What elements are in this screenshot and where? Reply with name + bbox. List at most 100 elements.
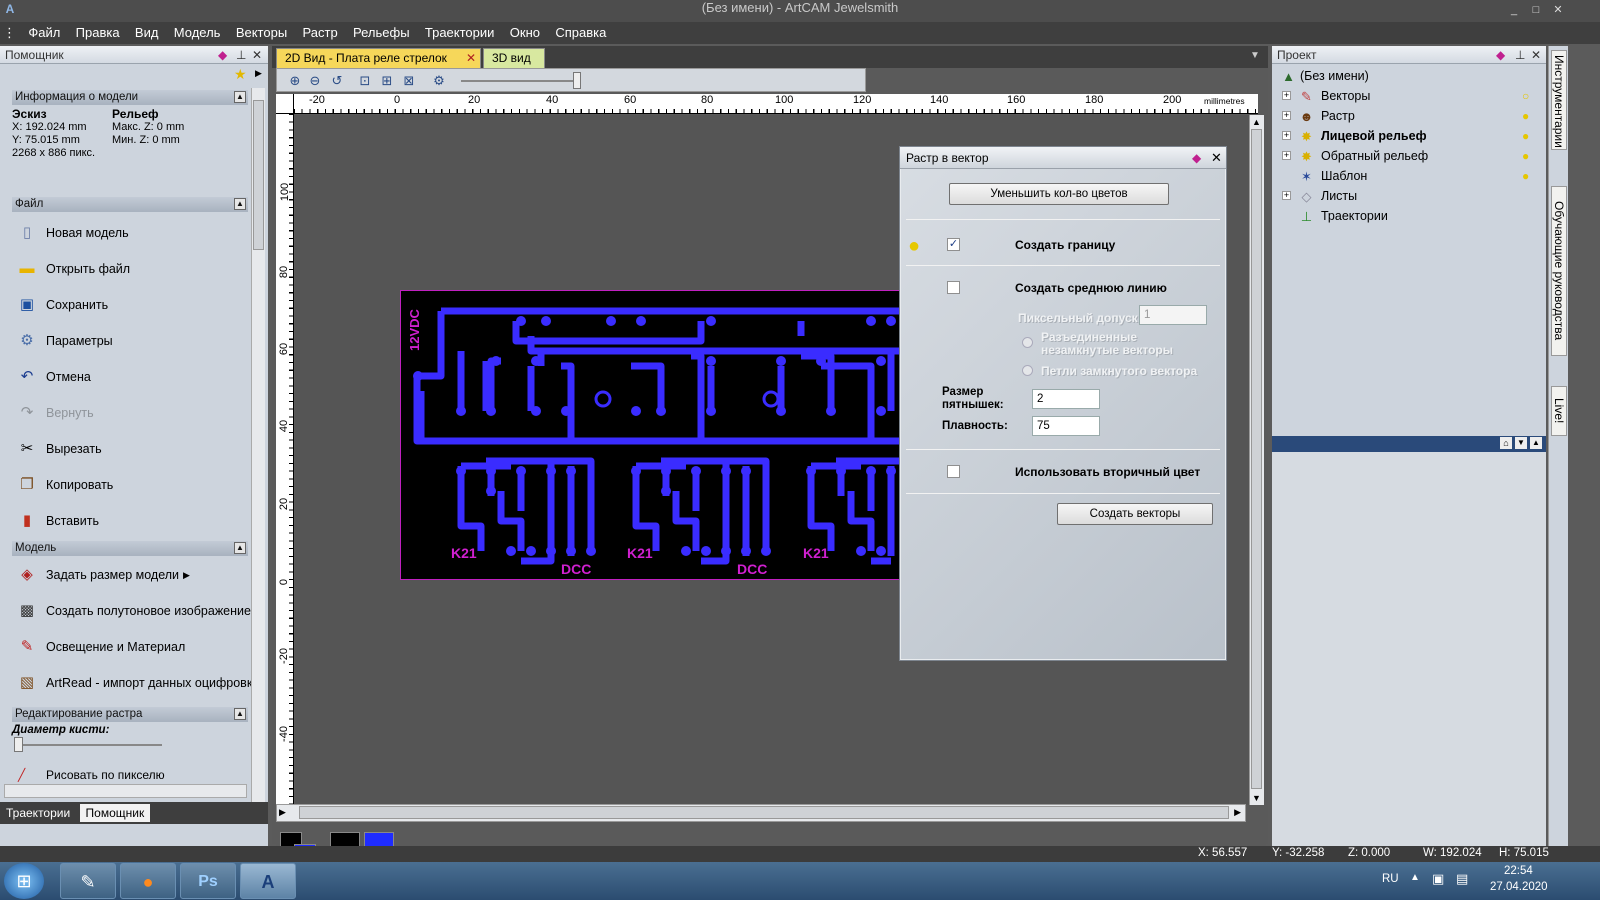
canvas-vscrollbar[interactable]: ▲ ▼ [1249, 115, 1264, 805]
scroll-thumb[interactable] [299, 806, 1229, 819]
model-section-header[interactable]: Модель ▲ [12, 541, 248, 556]
expand-icon[interactable]: + [1282, 91, 1291, 100]
bulb-icon[interactable]: ● [1522, 129, 1536, 143]
clock-date[interactable]: 27.04.2020 [1490, 881, 1548, 893]
collapse-icon[interactable]: ▲ [234, 198, 246, 210]
expand-icon[interactable]: + [1282, 151, 1291, 160]
tab-2d-view[interactable]: 2D Вид - Плата реле стрелок ✕ [276, 48, 481, 68]
minimize-icon[interactable]: _ [1505, 3, 1523, 17]
tree-item-toolpaths[interactable]: ⊥ Траектории [1272, 206, 1542, 226]
new-model-button[interactable]: ▯ Новая модель [0, 215, 268, 251]
pixel-tolerance-input[interactable]: 1 [1139, 305, 1207, 325]
scroll-thumb[interactable] [253, 100, 264, 250]
settings-icon[interactable]: ⚙ [431, 73, 447, 89]
network-icon[interactable]: ▤ [1456, 871, 1468, 887]
dropdown-icon[interactable]: ▼ [1515, 437, 1527, 449]
scroll-thumb[interactable] [1251, 129, 1262, 789]
left-panel-hscrollbar[interactable] [4, 784, 247, 798]
menu-edit[interactable]: Правка [70, 22, 126, 44]
smoothness-input[interactable]: 75 [1032, 416, 1100, 436]
collapse-icon[interactable]: ▲ [234, 708, 246, 720]
star-icon[interactable]: ★ [234, 66, 247, 83]
zoom-slider-thumb[interactable] [573, 72, 581, 89]
artcam-taskbar-icon[interactable]: A [240, 863, 296, 899]
left-panel-scrollbar[interactable] [251, 88, 265, 824]
reduce-colors-button[interactable]: Уменьшить кол-во цветов [949, 183, 1169, 205]
menu-reliefs[interactable]: Рельефы [347, 22, 416, 44]
brush-slider-thumb[interactable] [14, 737, 23, 752]
closed-loops-radio[interactable] [1022, 365, 1033, 376]
notepad-taskbar-icon[interactable]: ✎ [60, 863, 116, 899]
language-indicator[interactable]: RU [1382, 873, 1399, 885]
eraser-icon[interactable]: ◆ [218, 46, 227, 64]
tray-device-icon[interactable]: ▣ [1432, 871, 1444, 887]
tabs-dropdown-icon[interactable]: ▼ [1250, 50, 1260, 61]
file-section-header[interactable]: Файл ▲ [12, 197, 248, 212]
scroll-up-icon[interactable]: ▲ [1252, 117, 1261, 127]
start-button[interactable]: ⊞ [4, 863, 44, 899]
scroll-down-icon[interactable]: ▼ [1252, 793, 1261, 803]
scroll-left-icon[interactable]: ▶ [279, 807, 286, 818]
lighting-button[interactable]: ✎ Освещение и Материал [0, 629, 268, 665]
tab-toolpaths[interactable]: Траектории [0, 804, 76, 822]
secondary-color-checkbox[interactable] [947, 465, 960, 478]
pin-icon[interactable]: ⊥ [236, 46, 246, 64]
panel-close-icon[interactable]: ✕ [252, 46, 262, 64]
zoom-fit-icon[interactable]: ⊞ [379, 73, 395, 89]
create-border-checkbox[interactable]: ✓ [947, 238, 960, 251]
clock-time[interactable]: 22:54 [1504, 865, 1533, 877]
zoom-in-icon[interactable]: ⊕ [287, 73, 303, 89]
bulb-icon[interactable]: ● [1522, 109, 1536, 123]
parameters-button[interactable]: ⚙ Параметры [0, 323, 268, 359]
open-vectors-radio[interactable] [1022, 337, 1033, 348]
set-model-size-button[interactable]: ◈ Задать размер модели ▶ [0, 557, 268, 593]
expand-icon[interactable]: + [1282, 131, 1291, 140]
bulb-icon[interactable]: ● [1522, 169, 1536, 183]
zoom-all-icon[interactable]: ⊠ [401, 73, 417, 89]
panel-close-icon[interactable]: ✕ [1531, 46, 1541, 64]
menu-help[interactable]: Справка [549, 22, 612, 44]
menu-view[interactable]: Вид [129, 22, 165, 44]
undo-button[interactable]: ↶ Отмена [0, 359, 268, 395]
menu-vectors[interactable]: Векторы [230, 22, 293, 44]
tray-arrow-icon[interactable]: ▲ [1410, 872, 1420, 883]
tab-close-icon[interactable]: ✕ [466, 49, 476, 68]
photoshop-taskbar-icon[interactable]: Ps [180, 863, 236, 899]
open-file-button[interactable]: ▬ Открыть файл [0, 251, 268, 287]
canvas-hscrollbar[interactable]: ▶ ▶ [276, 804, 1246, 822]
tree-root[interactable]: ▲ (Без имени) [1272, 66, 1542, 86]
create-vectors-button[interactable]: Создать векторы [1057, 503, 1213, 525]
draw-pixel-label[interactable]: Рисовать по пикселю [46, 768, 165, 782]
tree-item-front-relief[interactable]: + ✸ Лицевой рельеф ● [1272, 126, 1542, 146]
menu-toolpaths[interactable]: Траектории [419, 22, 501, 44]
tree-item-back-relief[interactable]: + ✸ Обратный рельеф ● [1272, 146, 1542, 166]
tab-assistant[interactable]: Помощник [79, 804, 151, 822]
tree-item-template[interactable]: ✶ Шаблон ● [1272, 166, 1542, 186]
spot-size-input[interactable]: 2 [1032, 389, 1100, 409]
scroll-right-icon[interactable]: ▶ [1234, 807, 1241, 818]
menu-file[interactable]: Файл [22, 22, 66, 44]
menu-model[interactable]: Модель [168, 22, 227, 44]
pin-icon[interactable]: ⊥ [1515, 46, 1525, 64]
model-info-header[interactable]: Информация о модели ▲ [12, 90, 248, 105]
create-centerline-checkbox[interactable] [947, 281, 960, 294]
home-icon[interactable]: ⌂ [1500, 437, 1512, 449]
close-icon[interactable]: ✕ [1549, 3, 1567, 17]
grayscale-button[interactable]: ▩ Создать полутоновое изображение [0, 593, 268, 629]
tree-item-sheets[interactable]: + ◇ Листы [1272, 186, 1542, 206]
paste-button[interactable]: ▮ Вставить [0, 503, 268, 539]
collapse-icon[interactable]: ▲ [234, 542, 246, 554]
arrow-right-icon[interactable]: ▶ [255, 68, 262, 79]
collapse-icon[interactable]: ▲ [234, 91, 246, 103]
collapse-icon[interactable]: ▲ [1530, 437, 1542, 449]
tab-live[interactable]: Live! [1551, 386, 1567, 436]
eraser-icon[interactable]: ◆ [1192, 147, 1201, 169]
zoom-previous-icon[interactable]: ↺ [329, 73, 345, 89]
eraser-icon[interactable]: ◆ [1496, 46, 1505, 64]
zoom-box-icon[interactable]: ⊡ [357, 73, 373, 89]
redo-button[interactable]: ↷ Вернуть [0, 395, 268, 431]
cut-button[interactable]: ✂ Вырезать [0, 431, 268, 467]
save-button[interactable]: ▣ Сохранить [0, 287, 268, 323]
tab-toolbox[interactable]: Инструментарии [1551, 50, 1567, 150]
bulb-icon[interactable]: ○ [1522, 89, 1536, 103]
